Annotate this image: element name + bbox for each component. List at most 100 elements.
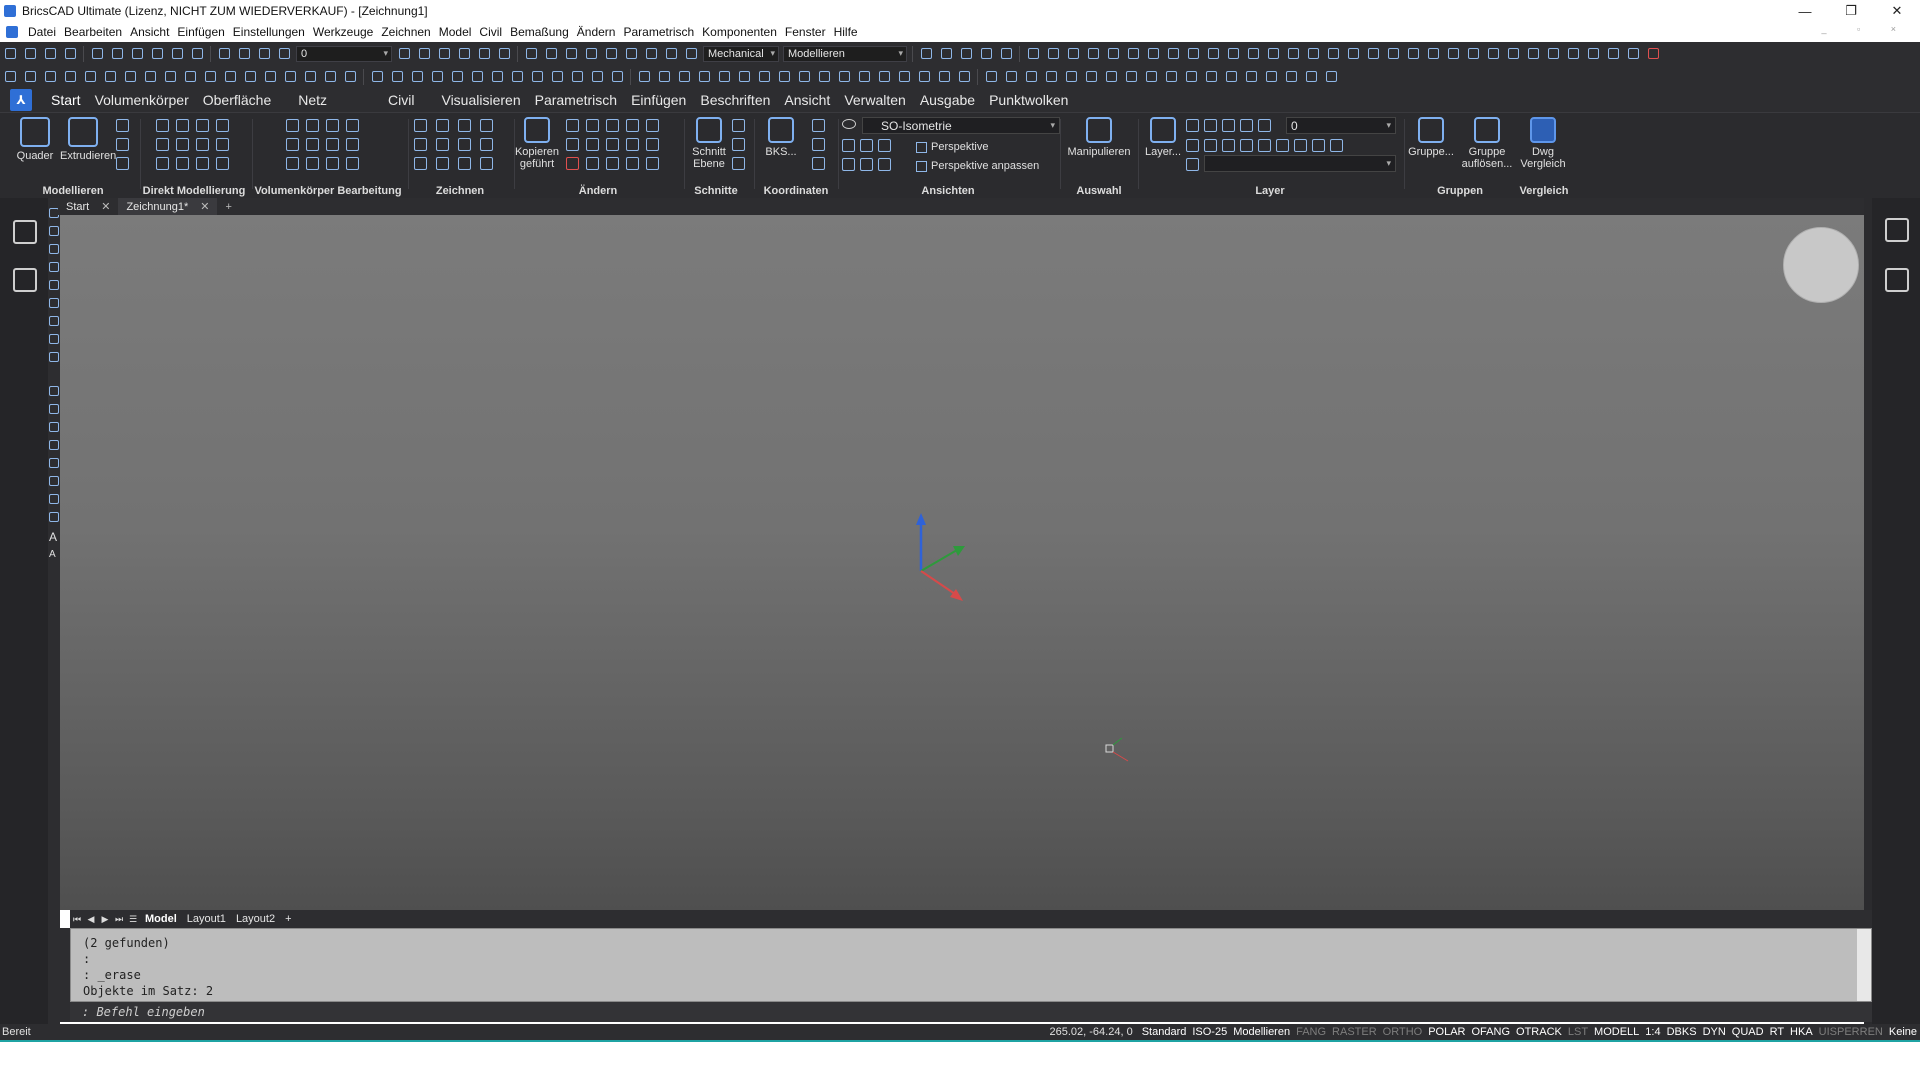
status-toggle-iso-25[interactable]: ISO-25	[1189, 1026, 1230, 1038]
dish-solid-icon[interactable]	[1123, 69, 1139, 85]
save-as-icon[interactable]	[62, 46, 78, 62]
layer-on-icon[interactable]	[216, 46, 232, 62]
view-front-icon[interactable]	[958, 46, 974, 62]
menu-zeichnen[interactable]: Zeichnen	[377, 25, 434, 39]
print-icon[interactable]	[89, 46, 105, 62]
gouraud-icon[interactable]	[716, 69, 732, 85]
tab-start[interactable]: Start	[44, 88, 88, 112]
polyline-icon[interactable]	[414, 138, 427, 151]
xref-icon[interactable]	[1205, 46, 1221, 62]
close-icon[interactable]: ✕	[101, 200, 110, 213]
status-toggle-modell[interactable]: MODELL	[1591, 1026, 1642, 1038]
mtext-icon[interactable]: A	[49, 550, 59, 560]
grid-icon[interactable]	[1025, 46, 1041, 62]
offset-face-icon[interactable]	[156, 138, 169, 151]
layer-off-icon[interactable]	[1276, 139, 1289, 152]
zoom-realtime-icon[interactable]	[22, 69, 38, 85]
zoom-previous-icon[interactable]	[62, 69, 78, 85]
tab-einfuegen[interactable]: Einfügen	[624, 88, 693, 112]
ucs-world-icon[interactable]	[182, 69, 198, 85]
area-icon[interactable]	[1345, 46, 1361, 62]
shaded-icon[interactable]	[836, 69, 852, 85]
revolve-icon[interactable]	[1183, 69, 1199, 85]
layer-unisolate-icon[interactable]	[1240, 139, 1253, 152]
angle-icon[interactable]	[1385, 46, 1401, 62]
interfere-icon[interactable]	[306, 138, 319, 151]
status-toggle-dyn[interactable]: DYN	[1700, 1026, 1729, 1038]
perspektive-anpassen-button[interactable]: Perspektive anpassen	[916, 158, 1039, 174]
region-icon[interactable]	[480, 157, 493, 170]
break-icon[interactable]	[586, 157, 599, 170]
menu-hilfe[interactable]: Hilfe	[830, 25, 862, 39]
layout-list-icon[interactable]: ☰	[126, 914, 140, 925]
layer-manager-icon[interactable]	[396, 46, 412, 62]
layout-tab-layout2[interactable]: Layout2	[231, 913, 280, 925]
new-file-icon[interactable]	[2, 46, 18, 62]
design-center-icon[interactable]	[623, 46, 639, 62]
orbit-free-icon[interactable]	[389, 69, 405, 85]
rectangle-icon[interactable]	[49, 244, 59, 254]
save-icon[interactable]	[42, 46, 58, 62]
chamfer-icon[interactable]	[646, 157, 659, 170]
filter-icon[interactable]	[476, 46, 492, 62]
menu-einstellungen[interactable]: Einstellungen	[229, 25, 309, 39]
dm-more-icon[interactable]	[216, 119, 229, 132]
lock-icon[interactable]	[1225, 46, 1241, 62]
layer-lock-small-icon[interactable]	[1222, 119, 1235, 132]
mode-select[interactable]: Modellieren	[783, 45, 907, 62]
ucs-icon[interactable]	[162, 69, 178, 85]
hatch-icon[interactable]	[49, 476, 59, 486]
tab-volumenkoerper[interactable]: Volumenkörper	[88, 88, 196, 112]
view-back-icon[interactable]	[529, 69, 545, 85]
table-icon[interactable]	[1165, 46, 1181, 62]
mechanical-browser-icon[interactable]	[13, 268, 37, 292]
layers-panel-icon[interactable]	[1885, 268, 1909, 292]
structure-browser-icon[interactable]	[13, 220, 37, 244]
doctab-zeichnung1[interactable]: Zeichnung1* ✕	[118, 198, 218, 215]
ucs-view-icon[interactable]	[812, 157, 825, 170]
ucs-view-icon[interactable]	[222, 69, 238, 85]
clean-icon[interactable]	[306, 157, 319, 170]
join-icon[interactable]	[606, 157, 619, 170]
help-icon[interactable]	[918, 46, 934, 62]
extend-icon[interactable]	[606, 138, 619, 151]
wedge-solid-icon[interactable]	[1003, 69, 1019, 85]
quick-select-icon[interactable]	[496, 46, 512, 62]
ellipse-icon[interactable]	[49, 298, 59, 308]
layer-isolate-icon[interactable]	[1222, 139, 1235, 152]
tab-punktwolken[interactable]: Punktwolken	[982, 88, 1075, 112]
push-pull-icon[interactable]	[156, 119, 169, 132]
ucs-origin-icon[interactable]	[282, 69, 298, 85]
layer-on-icon[interactable]	[1186, 119, 1199, 132]
layer-previous-icon[interactable]	[416, 46, 432, 62]
zoom-extents-icon[interactable]	[82, 69, 98, 85]
ellipse-icon[interactable]	[458, 138, 471, 151]
viewport-icon[interactable]	[1145, 46, 1161, 62]
mtext-icon[interactable]	[1505, 46, 1521, 62]
solid-more-icon[interactable]	[346, 119, 359, 132]
redo-icon[interactable]	[189, 46, 205, 62]
chamfer-edge-icon[interactable]	[176, 157, 189, 170]
list-icon[interactable]	[1405, 46, 1421, 62]
view-combo[interactable]: SO-Isometrie	[862, 117, 1060, 134]
cut-icon[interactable]	[109, 46, 125, 62]
render-preview-icon[interactable]	[856, 69, 872, 85]
menu-civil[interactable]: Civil	[475, 25, 506, 39]
slice-icon[interactable]	[286, 138, 299, 151]
explode-icon[interactable]	[626, 157, 639, 170]
layer-combo[interactable]: 0	[1286, 117, 1396, 134]
menu-bearbeiten[interactable]: Bearbeiten	[60, 25, 126, 39]
union-icon[interactable]	[1243, 69, 1259, 85]
mdi-window-controls[interactable]: _ ▫ ×	[1822, 24, 1910, 34]
thicken-icon[interactable]	[326, 157, 339, 170]
tab-ausgabe[interactable]: Ausgabe	[913, 88, 982, 112]
flat-edges-icon[interactable]	[736, 69, 752, 85]
circle-icon[interactable]	[458, 119, 471, 132]
view-nw-iso-icon[interactable]	[609, 69, 625, 85]
text-icon[interactable]	[1485, 46, 1501, 62]
view-top-icon[interactable]	[938, 46, 954, 62]
taper-face-icon[interactable]	[176, 138, 189, 151]
eye-icon[interactable]	[842, 119, 856, 129]
status-toggle-ofang[interactable]: OFANG	[1469, 1026, 1514, 1038]
shade-icon[interactable]	[563, 46, 579, 62]
